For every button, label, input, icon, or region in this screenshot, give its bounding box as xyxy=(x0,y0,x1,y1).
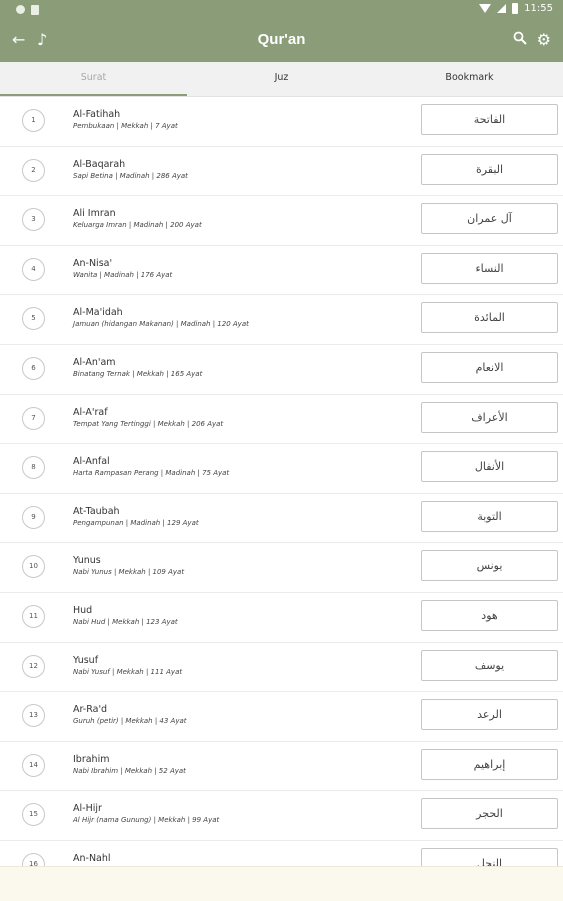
notification-dot-icon xyxy=(16,5,25,14)
surah-row[interactable]: 3 Ali Imran Keluarga Imran | Madinah | 200… xyxy=(0,196,563,246)
bottom-overlay xyxy=(0,866,563,901)
surah-name: Yunus xyxy=(73,555,101,567)
surah-meta: Nabi Ibrahim | Mekkah | 52 Ayat xyxy=(73,766,186,775)
surah-list[interactable]: 1 Al-Fatihah Pembukaan | Mekkah | 7 Ayat ال… xyxy=(0,97,563,891)
surah-row[interactable]: 2 Al-Baqarah Sapi Betina | Madinah | 286 A… xyxy=(0,147,563,197)
surah-meta: Harta Rampasan Perang | Madinah | 75 Aya… xyxy=(73,469,230,478)
surah-name: Al-Hijr xyxy=(73,803,102,815)
surah-meta: Nabi Yusuf | Mekkah | 111 Ayat xyxy=(73,667,183,676)
surah-arabic-name-button[interactable]: الأنفال xyxy=(421,451,558,483)
surah-arabic-name-button[interactable]: يوسف xyxy=(421,649,558,681)
surah-row[interactable]: 9 At-Taubah Pengampunan | Madinah | 129 Ay… xyxy=(0,494,563,544)
surah-arabic-name-button[interactable]: الأعراف xyxy=(421,401,558,433)
sd-card-icon xyxy=(31,5,39,15)
status-bar: 11:55 xyxy=(0,0,563,20)
surah-row[interactable]: 11 Hud Nabi Hud | Mekkah | 123 Ayat هود xyxy=(0,593,563,643)
surah-arabic-name-button[interactable]: المائدة xyxy=(421,302,558,334)
surah-name: An-Nisa' xyxy=(73,257,113,269)
search-icon[interactable] xyxy=(513,30,527,50)
tab-juz[interactable]: Juz xyxy=(188,62,375,96)
gear-icon[interactable]: ⚙ xyxy=(537,30,551,50)
surah-row[interactable]: 12 Yusuf Nabi Yusuf | Mekkah | 111 Ayat يوس… xyxy=(0,643,563,693)
tab-label: Bookmark xyxy=(445,72,494,83)
surah-arabic-name-button[interactable]: يونس xyxy=(421,550,558,582)
page-title: Qur'an xyxy=(257,31,306,48)
surah-number-badge: 4 xyxy=(22,257,45,281)
surah-number-badge: 1 xyxy=(22,109,45,132)
battery-icon xyxy=(512,3,519,14)
surah-name: Ar-Ra'd xyxy=(73,704,108,716)
surah-meta: Pembukaan | Mekkah | 7 Ayat xyxy=(73,122,178,130)
surah-arabic-name-button[interactable]: الفاتحة xyxy=(421,104,558,135)
surah-name: Al-An'am xyxy=(73,356,116,368)
surah-meta: Al Hijr (nama Gunung) | Mekkah | 99 Ayat xyxy=(73,816,220,825)
surah-arabic-name-button[interactable]: الحجر xyxy=(421,798,558,830)
surah-meta: Nabi Hud | Mekkah | 123 Ayat xyxy=(73,617,178,626)
surah-meta: Tempat Yang Tertinggi | Mekkah | 206 Aya… xyxy=(73,419,224,428)
surah-number-badge: 14 xyxy=(22,753,45,777)
surah-number-badge: 12 xyxy=(22,654,45,678)
surah-row[interactable]: 7 Al-A'raf Tempat Yang Tertinggi | Mekkah … xyxy=(0,395,563,445)
surah-name: Al-A'raf xyxy=(73,406,108,418)
cell-signal-icon xyxy=(497,4,507,13)
surah-name: An-Nahl xyxy=(73,852,111,864)
surah-arabic-name-button[interactable]: آل عمران xyxy=(421,203,558,235)
wifi-icon xyxy=(479,4,492,13)
tab-label: Juz xyxy=(274,72,289,83)
surah-row[interactable]: 15 Al-Hijr Al Hijr (nama Gunung) | Mekkah … xyxy=(0,791,563,841)
surah-number-badge: 8 xyxy=(22,456,45,480)
surah-row[interactable]: 13 Ar-Ra'd Guruh (petir) | Mekkah | 43 Aya… xyxy=(0,692,563,742)
surah-meta: Guruh (petir) | Mekkah | 43 Ayat xyxy=(73,717,187,726)
surah-number-badge: 13 xyxy=(22,704,45,728)
surah-meta: Pengampunan | Madinah | 129 Ayat xyxy=(73,518,199,527)
surah-row[interactable]: 1 Al-Fatihah Pembukaan | Mekkah | 7 Ayat ال… xyxy=(0,97,563,147)
tab-bar: Surat Juz Bookmark xyxy=(0,62,563,97)
surah-row[interactable]: 8 Al-Anfal Harta Rampasan Perang | Madinah… xyxy=(0,444,563,494)
surah-arabic-name-button[interactable]: الرعد xyxy=(421,699,558,731)
surah-number-badge: 15 xyxy=(22,803,45,827)
surah-arabic-name-button[interactable]: هود xyxy=(421,599,558,631)
surah-row[interactable]: 10 Yunus Nabi Yunus | Mekkah | 109 Ayat يون… xyxy=(0,543,563,593)
surah-meta: Binatang Ternak | Mekkah | 165 Ayat xyxy=(73,369,203,378)
surah-row[interactable]: 14 Ibrahim Nabi Ibrahim | Mekkah | 52 Ayat… xyxy=(0,742,563,792)
surah-row[interactable]: 4 An-Nisa' Wanita | Madinah | 176 Ayat النس… xyxy=(0,246,563,296)
surah-number-badge: 2 xyxy=(22,158,45,182)
surah-number-badge: 11 xyxy=(22,604,45,628)
tab-surat[interactable]: Surat xyxy=(0,62,187,96)
surah-arabic-name-button[interactable]: البقرة xyxy=(421,153,558,185)
surah-meta: Keluarga Imran | Madinah | 200 Ayat xyxy=(73,221,202,230)
surah-number-badge: 3 xyxy=(22,208,45,232)
surah-meta: Wanita | Madinah | 176 Ayat xyxy=(73,270,173,279)
surah-number-badge: 5 xyxy=(22,307,45,331)
surah-name: At-Taubah xyxy=(73,505,120,517)
surah-number-badge: 9 xyxy=(22,505,45,529)
surah-meta: Nabi Yunus | Mekkah | 109 Ayat xyxy=(73,568,185,577)
surah-number-badge: 7 xyxy=(22,406,45,430)
surah-arabic-name-button[interactable]: التوبة xyxy=(421,500,558,532)
surah-meta: Sapi Betina | Madinah | 286 Ayat xyxy=(73,171,188,180)
surah-name: Ali Imran xyxy=(73,208,116,220)
surah-arabic-name-button[interactable]: الانعام xyxy=(421,351,558,383)
surah-name: Al-Anfal xyxy=(73,456,110,468)
tab-bookmark[interactable]: Bookmark xyxy=(376,62,563,96)
surah-row[interactable]: 5 Al-Ma'idah Jamuan (hidangan Makanan) | M… xyxy=(0,295,563,345)
surah-name: Ibrahim xyxy=(73,753,110,765)
surah-number-badge: 10 xyxy=(22,555,45,579)
surah-arabic-name-button[interactable]: إبراهيم xyxy=(421,748,558,780)
surah-number-badge: 6 xyxy=(22,356,45,380)
surah-row[interactable]: 6 Al-An'am Binatang Ternak | Mekkah | 165 … xyxy=(0,345,563,395)
surah-name: Al-Ma'idah xyxy=(73,307,123,319)
surah-meta: Jamuan (hidangan Makanan) | Madinah | 12… xyxy=(73,320,249,329)
surah-name: Al-Fatihah xyxy=(73,109,121,120)
tab-label: Surat xyxy=(80,72,107,83)
active-tab-indicator xyxy=(0,94,187,96)
surah-name: Al-Baqarah xyxy=(73,158,126,170)
app-bar: ← ♪ Qur'an ⚙ xyxy=(0,20,563,62)
surah-name: Yusuf xyxy=(73,654,99,666)
surah-name: Hud xyxy=(73,604,93,616)
status-time: 11:55 xyxy=(524,3,553,14)
surah-arabic-name-button[interactable]: النساء xyxy=(421,252,558,284)
